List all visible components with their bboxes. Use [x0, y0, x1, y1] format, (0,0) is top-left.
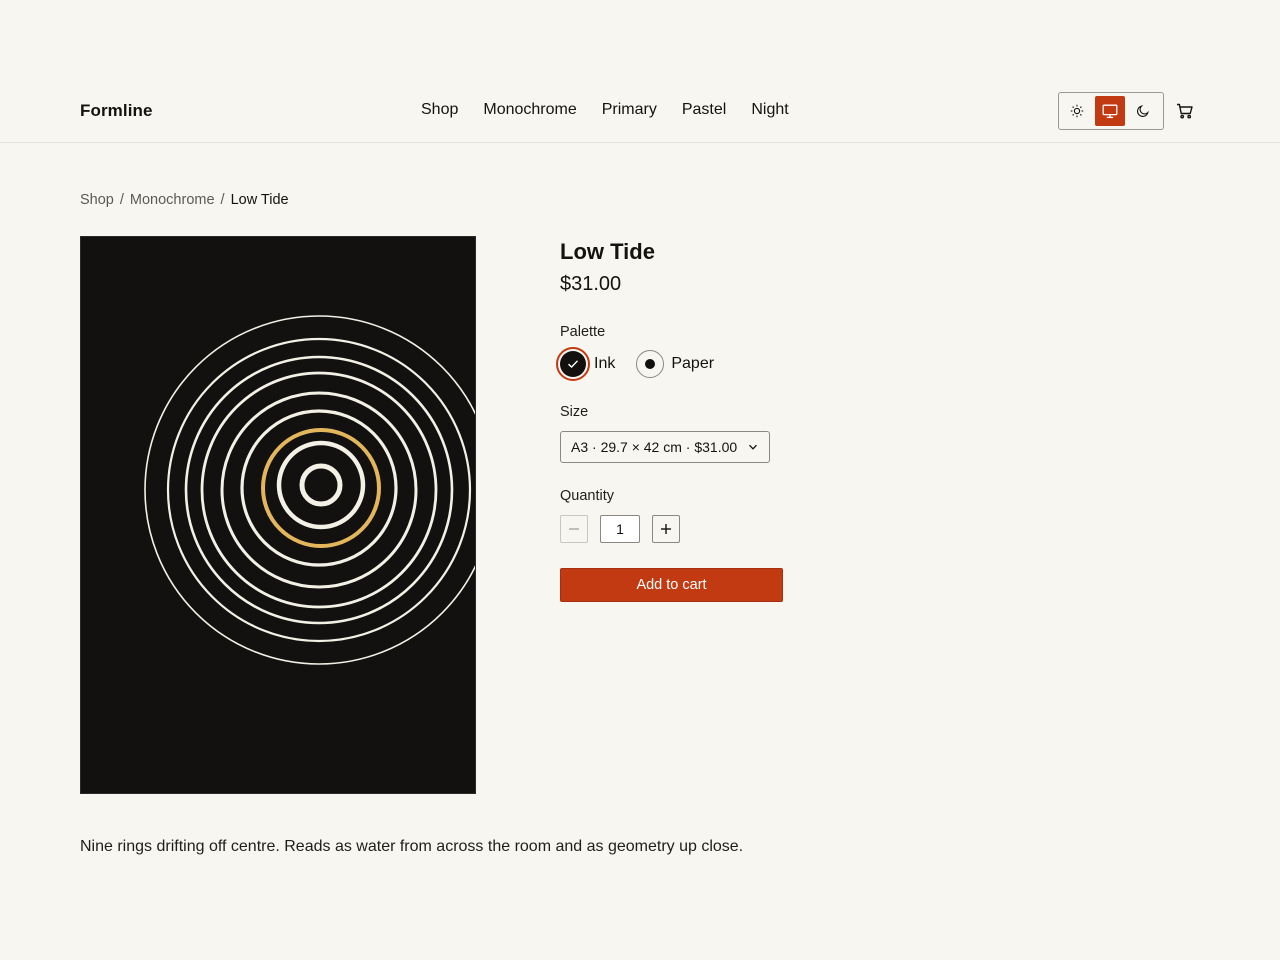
nav-primary[interactable]: Primary: [602, 101, 657, 119]
palette-options: Ink Paper: [556, 347, 732, 381]
product-description: Nine rings drifting off centre. Reads as…: [80, 838, 744, 855]
theme-dark-button[interactable]: [1127, 96, 1158, 126]
quantity-decrease-button[interactable]: [560, 515, 588, 543]
theme-light-button[interactable]: [1062, 96, 1093, 126]
nav-shop[interactable]: Shop: [421, 101, 458, 119]
swatch-paper-label: Paper: [671, 355, 715, 372]
theme-switcher: [1058, 92, 1164, 130]
poster-artwork: [144, 315, 475, 665]
check-icon: [568, 360, 579, 368]
quantity-label: Quantity: [560, 488, 614, 504]
brand-logo[interactable]: Formline: [80, 101, 153, 121]
theme-system-button[interactable]: [1094, 96, 1126, 126]
moon-icon: [1136, 105, 1149, 117]
size-select-value: A3 · 29.7 × 42 cm · $31.00: [571, 439, 738, 455]
sun-icon: [1071, 104, 1084, 118]
product-image: [80, 236, 476, 794]
add-to-cart-button[interactable]: Add to cart: [560, 568, 783, 602]
swatch-ink-label: Ink: [594, 355, 616, 372]
palette-option-ink[interactable]: Ink: [556, 347, 615, 381]
nav-monochrome[interactable]: Monochrome: [483, 101, 576, 119]
swatch-paper-marker: [645, 359, 656, 369]
swatch-ink-fill: [560, 351, 586, 377]
nav-night[interactable]: Night: [751, 101, 788, 119]
minus-icon: [569, 528, 579, 530]
main-nav: Shop Monochrome Primary Pastel Night: [421, 101, 814, 119]
monitor-icon: [1102, 104, 1118, 118]
chevron-down-icon: [749, 444, 757, 450]
quantity-increase-button[interactable]: [652, 515, 680, 543]
breadcrumb: Shop / Monochrome / Low Tide: [80, 192, 289, 208]
plus-icon: [661, 524, 671, 534]
cart-button[interactable]: [1174, 100, 1196, 122]
breadcrumb-monochrome[interactable]: Monochrome: [130, 192, 215, 208]
palette-label: Palette: [560, 324, 606, 340]
breadcrumb-separator: /: [119, 192, 124, 208]
breadcrumb-separator: /: [220, 192, 225, 208]
quantity-input[interactable]: [600, 515, 640, 543]
swatch-paper[interactable]: [633, 347, 667, 381]
breadcrumb-current: Low Tide: [230, 192, 289, 208]
size-label: Size: [560, 404, 589, 420]
swatch-ink[interactable]: [556, 347, 590, 381]
product-title: Low Tide: [560, 239, 655, 264]
swatch-paper-fill: [636, 350, 665, 378]
quantity-stepper: [560, 515, 680, 543]
palette-option-paper[interactable]: Paper: [633, 347, 714, 381]
cart-icon: [1177, 103, 1193, 119]
breadcrumb-shop[interactable]: Shop: [80, 192, 114, 208]
site-header: Formline Shop Monochrome Primary Pastel …: [0, 80, 1280, 143]
size-select[interactable]: A3 · 29.7 × 42 cm · $31.00: [560, 431, 770, 463]
nav-pastel[interactable]: Pastel: [682, 101, 726, 119]
product-price: $31.00: [560, 273, 622, 295]
